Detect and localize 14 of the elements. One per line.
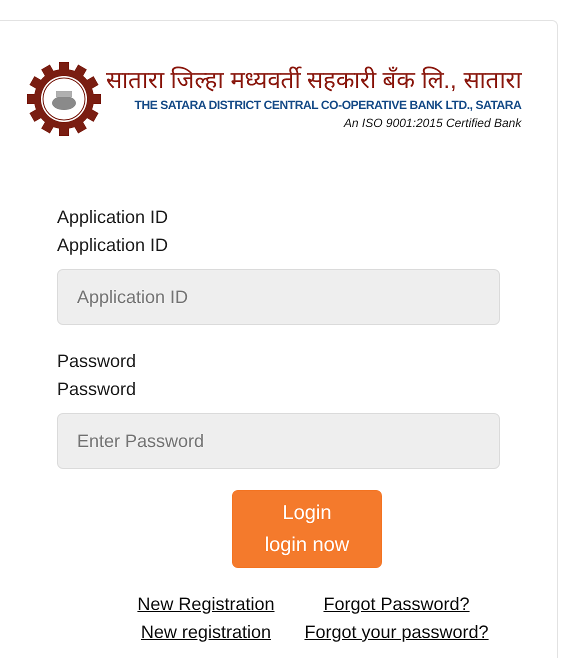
field-label: Password bbox=[57, 350, 138, 373]
input-field[interactable]: Enter Password bbox=[57, 413, 500, 469]
tagline: An ISO 9001:2015 Certified Bank bbox=[344, 115, 522, 132]
link[interactable]: Forgot your password? bbox=[304, 618, 489, 646]
link[interactable]: New registration bbox=[140, 618, 271, 646]
bank-emblem-icon bbox=[26, 61, 102, 137]
field-label: Application ID bbox=[57, 234, 170, 257]
bank-name-english: THE SATARA DISTRICT CENTRAL CO-OPERATIVE BANK LTD., SATARA bbox=[134, 97, 522, 114]
link[interactable]: New Registration bbox=[137, 590, 274, 618]
bank-name-marathi: सातारा जिल्हा मध्यवर्ती सहकारी बँक लि., सातारा bbox=[106, 66, 522, 96]
link[interactable]: Forgot Password? bbox=[323, 590, 470, 618]
input-field[interactable]: Application ID bbox=[57, 269, 500, 325]
field-label: Password bbox=[57, 378, 138, 401]
field-label: Application ID bbox=[57, 206, 170, 229]
